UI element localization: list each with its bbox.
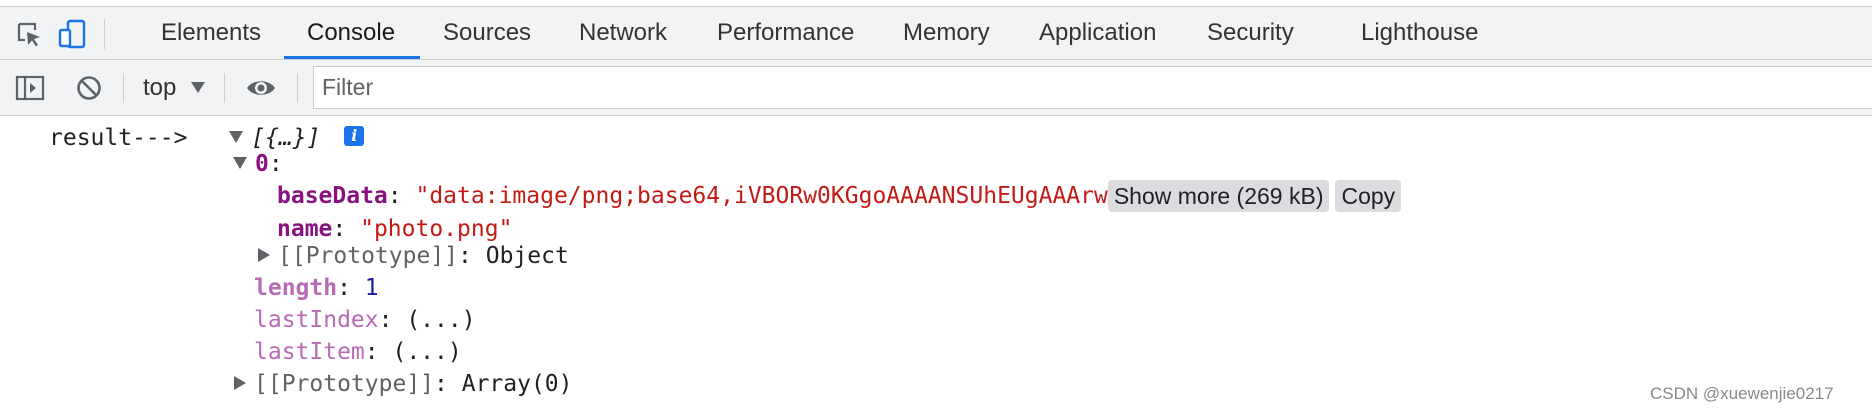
toolbar-separator (297, 73, 298, 103)
window-top-edge (0, 0, 1872, 7)
watermark: CSDN @xuewenjie0217 (1650, 384, 1834, 403)
tab-memory[interactable]: Memory (903, 7, 990, 59)
expand-triangle-icon[interactable] (233, 156, 247, 169)
tab-application[interactable]: Application (1039, 7, 1156, 59)
length-row: length: 1 (254, 275, 379, 301)
info-icon[interactable]: i (344, 125, 365, 146)
tab-bar-separator (104, 19, 105, 49)
show-more-button[interactable]: Show more (269 kB) (1107, 180, 1330, 212)
device-toolbar-icon[interactable] (55, 17, 89, 51)
console-toolbar: top (0, 60, 1872, 116)
chevron-down-icon[interactable] (191, 82, 205, 93)
lastindex-key: lastIndex (254, 307, 379, 333)
expand-triangle-icon[interactable] (229, 130, 244, 143)
basedata-key: baseData (277, 183, 388, 209)
expand-triangle-icon[interactable] (234, 375, 246, 390)
toolbar-separator (123, 73, 124, 103)
array-prototype-row[interactable]: [[Prototype]]: Array(0) (234, 368, 573, 400)
basedata-value: "data:image/png;base64,iVBORw0KGgoAAAANS… (415, 183, 1108, 209)
context-selector[interactable]: top (143, 60, 176, 116)
object-prototype-row[interactable]: [[Prototype]]: Object (258, 240, 569, 272)
lastitem-value[interactable]: (...) (392, 339, 461, 365)
prototype-key: [[Prototype]] (254, 371, 435, 397)
array-index-row[interactable]: 0: (233, 148, 283, 180)
lastindex-row: lastIndex: (...) (254, 307, 476, 333)
toolbar-separator (224, 73, 225, 103)
console-log-entry: result---> [{…}] i (49, 122, 365, 154)
lastitem-key: lastItem (254, 339, 365, 365)
active-tab-indicator (284, 56, 420, 59)
tab-elements[interactable]: Elements (161, 7, 261, 59)
length-value: 1 (364, 275, 379, 301)
prototype-value: Object (485, 243, 569, 269)
show-sidebar-icon[interactable] (13, 71, 47, 105)
lastitem-row: lastItem: (...) (254, 339, 462, 365)
devtools-tab-bar: Elements Console Sources Network Perform… (0, 7, 1872, 60)
filter-input[interactable] (313, 66, 1872, 109)
prototype-value: Array(0) (461, 371, 573, 397)
basedata-row: baseData: "data:image/png;base64,iVBORw0… (277, 180, 1402, 212)
name-key: name (277, 216, 333, 242)
tab-network[interactable]: Network (579, 7, 667, 59)
expand-triangle-icon[interactable] (258, 247, 270, 262)
prototype-key: [[Prototype]] (278, 243, 459, 269)
index-key: 0 (255, 151, 269, 177)
tab-security[interactable]: Security (1207, 7, 1294, 59)
copy-button[interactable]: Copy (1335, 180, 1402, 212)
log-label: result---> (49, 125, 188, 151)
live-expression-icon[interactable] (244, 71, 278, 105)
tab-lighthouse[interactable]: Lighthouse (1361, 7, 1478, 59)
name-value: "photo.png" (360, 216, 513, 242)
lastindex-value[interactable]: (...) (406, 307, 475, 333)
tab-console[interactable]: Console (307, 7, 395, 59)
clear-console-icon[interactable] (72, 71, 106, 105)
length-key: length (254, 275, 338, 301)
tab-performance[interactable]: Performance (717, 7, 854, 59)
tab-sources[interactable]: Sources (443, 7, 531, 59)
console-output: result---> [{…}] i 0: baseData: "data:im… (0, 116, 1872, 418)
inspect-element-icon[interactable] (12, 17, 46, 51)
